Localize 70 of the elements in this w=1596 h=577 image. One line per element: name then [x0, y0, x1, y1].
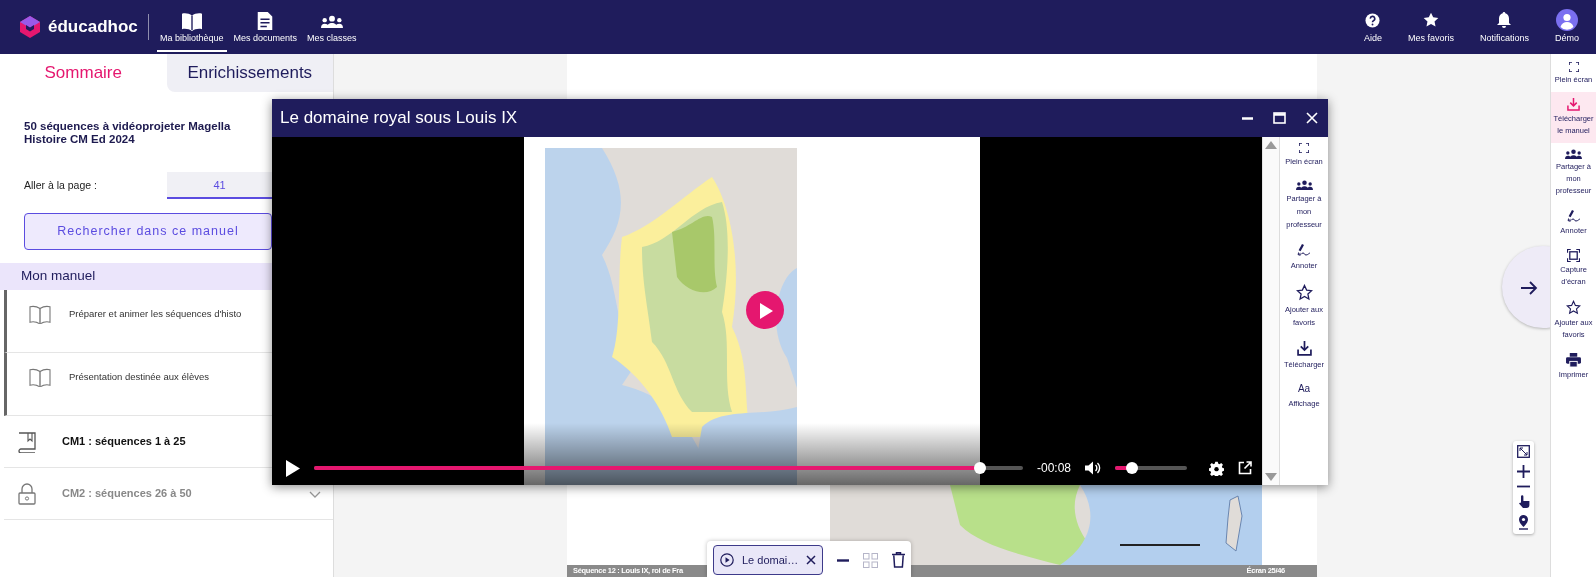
scroll-down-icon — [1265, 473, 1277, 481]
pin-icon — [1518, 515, 1529, 530]
page-input[interactable]: 41 — [167, 172, 272, 199]
document-icon — [256, 11, 275, 32]
book-title: Histoire CM Ed 2024 — [24, 133, 136, 146]
minus-icon — [837, 559, 850, 562]
grid-icon — [863, 553, 879, 568]
scrollbar[interactable] — [1262, 137, 1279, 485]
window-title: Le domaine royal sous Louis IX — [280, 107, 518, 130]
maximize-button[interactable] — [1273, 112, 1286, 124]
book-icon — [29, 304, 51, 324]
pen-icon — [1566, 209, 1581, 224]
people-icon — [1565, 149, 1582, 160]
nav-tab[interactable]: Mes documents — [230, 2, 301, 52]
minimize-button[interactable] — [837, 559, 850, 562]
download-icon — [1296, 341, 1312, 357]
chapter-title: CM1 : séquences 1 à 25 — [62, 434, 186, 450]
minimize-icon — [1242, 116, 1253, 120]
download-icon — [1567, 98, 1580, 111]
marker-button[interactable] — [1518, 515, 1529, 530]
fit-button[interactable] — [1517, 445, 1530, 458]
zoom-out-button[interactable] — [1517, 485, 1530, 488]
chapter-title: CM2 : séquences 26 à 50 — [62, 486, 192, 502]
plus-icon — [1517, 465, 1530, 478]
arrow-right-icon — [1520, 279, 1538, 296]
close-icon — [1306, 112, 1318, 124]
tab-label: Le domai… — [742, 552, 799, 568]
maximize-icon — [1273, 112, 1286, 124]
printer-icon — [1566, 353, 1581, 368]
hand-icon — [1517, 495, 1530, 508]
book-icon — [18, 430, 36, 453]
media-tab[interactable]: Le domai… — [713, 545, 824, 575]
fit-icon — [1517, 445, 1530, 458]
help-icon — [1365, 12, 1381, 28]
book-title: 50 séquences à vidéoprojeter Magella — [24, 120, 232, 133]
nav-tab[interactable]: Mes classes — [304, 2, 360, 52]
search-button[interactable]: Rechercher dans ce manuel — [24, 213, 272, 250]
lock-icon — [18, 482, 36, 505]
nav-action[interactable]: Démo — [1552, 2, 1582, 52]
star-icon — [1422, 12, 1439, 29]
nav-tab[interactable]: Ma bibliothèque — [157, 2, 227, 52]
play-circle-icon — [720, 553, 734, 567]
nav-action[interactable]: Aide — [1360, 2, 1385, 52]
book-icon — [29, 367, 51, 387]
chevron-down-icon — [309, 490, 321, 498]
fullscreen-icon — [1299, 143, 1309, 153]
scroll-up-icon — [1265, 141, 1277, 149]
star-icon — [1566, 300, 1581, 316]
zoom-in-button[interactable] — [1517, 465, 1530, 478]
close-icon — [806, 555, 817, 565]
star-icon — [1295, 284, 1313, 302]
sidebar-tab[interactable]: Enrichissements — [166, 54, 333, 92]
page-label: Aller à la page : — [24, 177, 98, 193]
pan-button[interactable] — [1517, 495, 1530, 508]
capture-icon — [1567, 249, 1580, 263]
minus-icon — [1517, 485, 1530, 488]
logo[interactable]: éducadhoc — [48, 14, 138, 40]
trash-icon — [892, 552, 906, 568]
nav-action[interactable]: Notifications — [1476, 2, 1532, 52]
fullscreen-icon — [1568, 62, 1579, 72]
book-icon — [180, 11, 203, 32]
people-icon — [320, 14, 343, 28]
logo-icon — [20, 16, 40, 38]
bell-icon — [1497, 12, 1512, 29]
delete-button[interactable] — [892, 552, 906, 568]
close-button[interactable] — [806, 555, 817, 565]
people-icon — [1295, 180, 1313, 191]
nav-action[interactable]: Mes favoris — [1404, 2, 1457, 52]
avatar-icon — [1556, 9, 1578, 32]
pen-icon — [1297, 243, 1311, 258]
